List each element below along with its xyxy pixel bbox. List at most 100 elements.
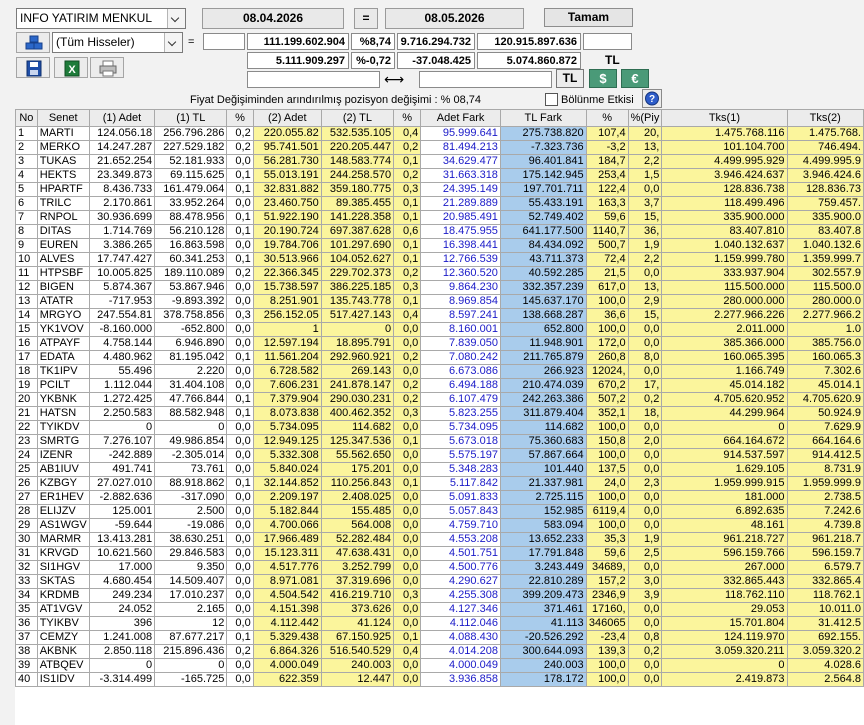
table-row[interactable]: 6 TRILC 2.170.861 33.952.264 0,0 23.460.750 89… [15,196,864,211]
filter-select[interactable]: (Tüm Hisseler) [52,32,183,53]
table-row[interactable]: 15 YK1VOV -8.160.000 -652.800 0,0 1 0 0,0 8.160.… [15,322,864,337]
col-adet2-cell: 1 [252,322,322,337]
position-grid[interactable]: No Senet (1) Adet (1) TL% (2) Adet (2) TL% Ade… [15,109,864,725]
help-icon[interactable]: ? [642,89,662,108]
col-adet-fark-cell: 21.289.889 [420,196,501,211]
excel-icon[interactable]: X [54,57,88,78]
currency-tl-button[interactable]: TL [556,69,584,88]
col-senet-header[interactable]: Senet [36,109,90,127]
col-senet-cell: YK1VOV [36,322,90,337]
col-pct2-header[interactable]: % [393,109,422,127]
col-tks2-cell: 332.865.4 [786,574,864,589]
bolunme-checkbox[interactable] [545,93,558,106]
table-row[interactable]: 16 ATPAYF 4.758.144 6.946.890 0,0 12.597.194 1… [15,336,864,351]
table-row[interactable]: 14 MRGYO 247.554.81 378.758.856 0,3 256.152.0… [15,308,864,323]
table-row[interactable]: 26 KZBGY 27.027.010 88.918.862 0,1 32.144.852… [15,476,864,491]
col-adet2-header[interactable]: (2) Adet [252,109,322,127]
col-pct-header[interactable]: % [585,109,629,127]
col-tl2-header[interactable]: (2) TL [320,109,395,127]
empty-field-1[interactable] [203,33,245,50]
col-tl-fark-header[interactable]: TL Fark [499,109,587,127]
table-row[interactable]: 29 AS1WGV -59.644 -19.086 0,0 4.700.066 564.00… [15,518,864,533]
table-row[interactable]: 27 ER1HEV -2.882.636 -317.090 0,0 2.209.197 2.… [15,490,864,505]
table-row[interactable]: 5 HPARTF 8.436.733 161.479.064 0,1 32.831.882… [15,182,864,197]
table-row[interactable]: 10 ALVES 17.747.427 60.341.253 0,1 30.513.966… [15,252,864,267]
col-no-header[interactable]: No [15,109,38,127]
table-row[interactable]: 13 ATATR -717.953 -9.893.392 0,0 8.251.901 135… [15,294,864,309]
col-senet-cell: IS1IDV [36,672,90,687]
col-tl-fark-cell: 371.461 [499,602,587,617]
table-row[interactable]: 2 MERKO 14.247.287 227.529.182 0,2 95.741.501… [15,140,864,155]
col-adet1-cell: 2.250.583 [88,406,156,421]
col-adet2-cell: 7.379.904 [252,392,322,407]
table-row[interactable]: 11 HTPSBF 10.005.825 189.110.089 0,2 22.366.3… [15,266,864,281]
table-row[interactable]: 9 EUREN 3.386.265 16.863.598 0,0 19.784.706 10… [15,238,864,253]
table-row[interactable]: 18 TK1IPV 55.496 2.220 0,0 6.728.582 269.143 0,… [15,364,864,379]
date-to-field[interactable]: 08.05.2026 [385,8,524,29]
table-row[interactable]: 21 HATSN 2.250.583 88.582.948 0,1 8.073.838 40… [15,406,864,421]
table-row[interactable]: 23 SMRTG 7.276.107 49.986.854 0,0 12.949.125 1… [15,434,864,449]
col-tks2-header[interactable]: Tks(2) [786,109,864,127]
col-tks2-cell: 1.959.999.9 [786,476,864,491]
table-row[interactable]: 24 IZENR -242.889 -2.305.014 0,0 5.332.308 55.… [15,448,864,463]
col-no-cell: 23 [15,434,38,449]
table-row[interactable]: 28 ELIJZV 125.001 2.500 0,0 5.182.844 155.485 0… [15,504,864,519]
table-row[interactable]: 30 MARMR 13.413.281 38.630.251 0,0 17.966.489… [15,532,864,547]
chevron-down-icon[interactable] [164,33,182,52]
col-tks1-cell: 1.040.132.637 [661,238,788,253]
stack-icon[interactable] [16,32,50,53]
col-pct1-cell: 0,0 [226,574,254,589]
table-row[interactable]: 36 TYIKBV 396 12 0,0 4.112.442 41.124 0,0 4.112.… [15,616,864,631]
table-row[interactable]: 8 DITAS 1.714.769 56.210.128 0,1 20.190.724 69… [15,224,864,239]
printer-icon[interactable] [90,57,124,78]
col-tks1-header[interactable]: Tks(1) [661,109,788,127]
range-to-field[interactable] [419,71,552,88]
col-adet-fark-header[interactable]: Adet Fark [420,109,501,127]
empty-field-2[interactable] [583,33,632,50]
table-row[interactable]: 17 EDATA 4.480.962 81.195.042 0,1 11.561.204 2… [15,350,864,365]
table-row[interactable]: 1 MARTI 124.056.18 256.796.286 0,2 220.055.82… [15,126,864,141]
currency-eur-button[interactable]: € [621,69,649,88]
table-row[interactable]: 33 SKTAS 4.680.454 14.509.407 0,0 8.971.081 37… [15,574,864,589]
col-pct2-cell: 0,2 [393,140,422,155]
col-senet-cell: ER1HEV [36,490,90,505]
chevron-down-icon[interactable] [167,9,185,28]
table-row[interactable]: 25 AB1IUV 491.741 73.761 0,0 5.840.024 175.201… [15,462,864,477]
r1-total-field: 120.915.897.636 [477,33,581,50]
col-pct1-header[interactable]: % [226,109,254,127]
table-row[interactable]: 22 TYIKDV 0 0 0,0 5.734.095 114.682 0,0 5.734.09… [15,420,864,435]
table-row[interactable]: 38 AKBNK 2.850.118 215.896.436 0,2 6.864.326 5… [15,644,864,659]
col-tks2-cell: 10.011.0 [786,602,864,617]
table-row[interactable]: 37 CEMZY 1.241.008 87.677.217 0,1 5.329.438 67… [15,630,864,645]
position-table: No Senet (1) Adet (1) TL% (2) Adet (2) TL% Ade… [15,109,864,687]
col-tl1-header[interactable]: (1) TL [154,109,228,127]
table-row[interactable]: 19 PCILT 1.112.044 31.404.108 0,0 7.606.231 24… [15,378,864,393]
table-row[interactable]: 12 BIGEN 5.874.367 53.867.946 0,0 15.738.597 3… [15,280,864,295]
table-row[interactable]: 39 ATBQEV 0 0 0,0 4.000.049 240.003 0,0 4.000.04… [15,658,864,673]
table-row[interactable]: 34 KRDMB 249.234 17.010.237 0,0 4.504.542 416.… [15,588,864,603]
col-piyasa-header[interactable]: %(Piy [627,109,663,127]
col-pct1-cell: 0,1 [226,252,254,267]
col-piyasa-cell: 2,2 [627,252,663,267]
table-row[interactable]: 31 KRVGD 10.621.560 29.846.583 0,0 15.123.311… [15,546,864,561]
save-icon[interactable] [16,57,50,78]
col-tl2-cell: 269.143 [320,364,395,379]
col-adet1-header[interactable]: (1) Adet [88,109,156,127]
table-row[interactable]: 35 AT1VGV 24.052 2.165 0,0 4.151.398 373.626 0,… [15,602,864,617]
ok-button[interactable]: Tamam [544,8,633,27]
equals-button[interactable]: = [354,8,378,29]
table-row[interactable]: 4 HEKTS 23.349.873 69.115.625 0,1 55.013.191 2… [15,168,864,183]
date-from-field[interactable]: 08.04.2026 [202,8,344,29]
table-row[interactable]: 7 RNPOL 30.936.699 88.478.956 0,1 51.922.190 1… [15,210,864,225]
broker-select[interactable]: INFO YATIRIM MENKUL [16,8,186,29]
col-adet1-cell: 2.850.118 [88,644,156,659]
table-row[interactable]: 20 YKBNK 1.272.425 47.766.844 0,1 7.379.904 29… [15,392,864,407]
col-tks2-cell: 302.557.9 [786,266,864,281]
col-adet1-cell: 0 [88,658,156,673]
col-tl1-cell: 215.896.436 [154,644,228,659]
table-row[interactable]: 40 IS1IDV -3.314.499 -165.725 0,0 622.359 12.4… [15,672,864,687]
currency-usd-button[interactable]: $ [589,69,617,88]
table-row[interactable]: 32 SI1HGV 17.000 9.350 0,0 4.517.776 3.252.799… [15,560,864,575]
range-from-field[interactable] [247,71,380,88]
table-row[interactable]: 3 TUKAS 21.652.254 52.181.933 0,0 56.281.730 1… [15,154,864,169]
